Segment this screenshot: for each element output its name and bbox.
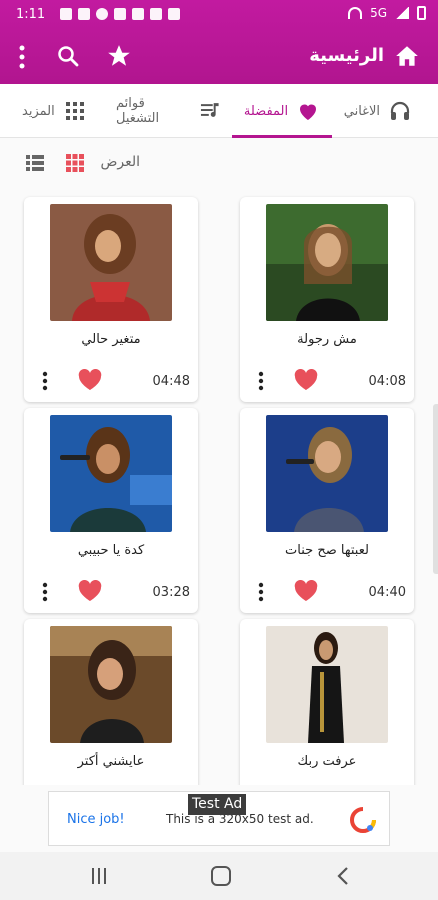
grid-view-icon[interactable] — [66, 154, 84, 172]
top-bar: 1:11 5G الرئيسية — [0, 0, 438, 84]
favorite-heart-icon[interactable] — [294, 369, 318, 391]
status-time: 1:11 — [16, 7, 46, 22]
more-options-icon[interactable] — [42, 582, 48, 602]
song-title: متغير حالي — [81, 332, 141, 347]
song-card[interactable]: لعبتها صح جنات 04:40 — [240, 408, 414, 613]
notification-icon — [114, 8, 126, 20]
apps-grid-icon — [65, 102, 84, 120]
tab-playlists[interactable]: قوائم التشغيل — [116, 84, 222, 138]
notification-icons — [60, 8, 180, 20]
song-duration: 04:40 — [368, 585, 406, 600]
view-label: العرض — [100, 154, 140, 170]
tab-label: قوائم التشغيل — [116, 96, 160, 126]
song-thumbnail — [50, 626, 172, 743]
tab-favorites[interactable]: المفضلة — [232, 84, 332, 138]
status-bar: 1:11 5G — [0, 0, 438, 30]
song-card[interactable]: عرفت ربك — [240, 619, 414, 785]
notification-icon — [78, 8, 90, 20]
tab-songs[interactable]: الاغاني — [326, 84, 412, 138]
tab-bar: الاغاني المفضلة قوائم التشغيل المزيد — [0, 84, 438, 138]
edge-panel-handle[interactable] — [433, 404, 438, 574]
song-thumbnail — [266, 626, 388, 743]
song-thumbnail — [50, 415, 172, 532]
test-ad-badge: Test Ad — [188, 794, 247, 815]
battery-icon — [417, 6, 426, 20]
song-duration: 03:28 — [152, 585, 190, 600]
notification-icon — [168, 8, 180, 20]
star-icon[interactable] — [106, 43, 132, 69]
home-icon[interactable] — [394, 43, 420, 69]
notification-icon — [60, 8, 72, 20]
playlist-icon — [200, 103, 219, 117]
page-title: الرئيسية — [309, 45, 384, 66]
back-icon[interactable] — [336, 866, 350, 886]
ad-logo-icon — [350, 807, 377, 833]
song-title: لعبتها صح جنات — [285, 543, 369, 558]
song-duration: 04:08 — [368, 374, 406, 389]
song-duration: 04:48 — [152, 374, 190, 389]
favorite-heart-icon[interactable] — [294, 580, 318, 602]
song-title: عرفت ربك — [297, 754, 357, 769]
song-title: عايشني أكتر — [77, 754, 145, 769]
search-icon[interactable] — [56, 44, 80, 68]
song-title: كدة يا حبيبي — [77, 543, 145, 558]
favorite-heart-icon[interactable] — [78, 369, 102, 391]
view-toggle-row: العرض — [0, 138, 438, 190]
tab-label: الاغاني — [343, 103, 380, 119]
notification-icon — [132, 8, 144, 20]
song-card[interactable]: متغير حالي 04:48 — [24, 197, 198, 402]
headphones-icon — [390, 101, 410, 120]
network-label: 5G — [370, 6, 387, 20]
system-icons: 5G — [348, 6, 426, 20]
song-title: مش رجولة — [297, 332, 357, 347]
list-view-icon[interactable] — [26, 154, 44, 172]
song-grid: مش رجولة 04:08 متغير حالي 04:48 لعبتها ص… — [0, 195, 438, 785]
song-thumbnail — [266, 204, 388, 321]
more-options-icon[interactable] — [258, 371, 264, 391]
wifi-icon — [348, 7, 363, 19]
tab-label: المفضلة — [243, 103, 289, 119]
notification-icon — [150, 8, 162, 20]
heart-icon — [300, 104, 317, 120]
tab-label: المزيد — [22, 103, 55, 119]
tab-more[interactable]: المزيد — [22, 84, 92, 138]
more-options-icon[interactable] — [42, 371, 48, 391]
home-button-icon[interactable] — [211, 866, 231, 886]
app-bar: الرئيسية — [0, 30, 438, 84]
song-card[interactable]: عايشني أكتر — [24, 619, 198, 785]
overflow-menu-icon[interactable] — [18, 44, 26, 70]
favorite-heart-icon[interactable] — [78, 580, 102, 602]
signal-icon — [395, 7, 409, 19]
more-options-icon[interactable] — [258, 582, 264, 602]
ad-nice-text: Nice job! — [67, 812, 125, 827]
song-thumbnail — [266, 415, 388, 532]
notification-icon — [96, 8, 108, 20]
recent-apps-icon[interactable] — [90, 866, 108, 886]
song-card[interactable]: كدة يا حبيبي 03:28 — [24, 408, 198, 613]
system-nav-bar — [0, 852, 438, 900]
song-card[interactable]: مش رجولة 04:08 — [240, 197, 414, 402]
song-thumbnail — [50, 204, 172, 321]
